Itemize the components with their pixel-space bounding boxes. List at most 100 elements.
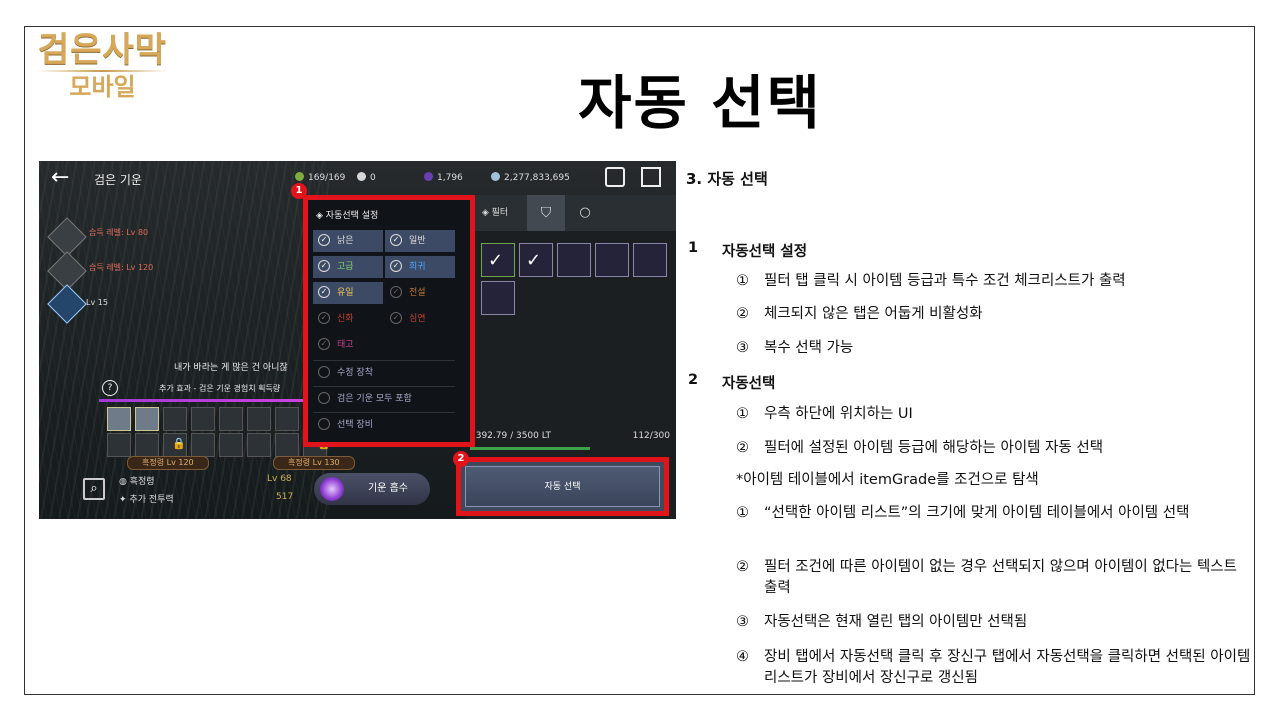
bullet: ② <box>736 306 749 322</box>
check-icon: ✓ <box>390 260 402 272</box>
option-include-all[interactable]: 검은 기운 모두 포함 <box>313 388 453 410</box>
note-text: *아이템 테이블에서 itemGrade를 조건으로 탐색 <box>736 472 1039 488</box>
item-cell[interactable]: ✓ <box>519 243 553 277</box>
check-icon: ✓ <box>318 338 330 350</box>
note-text: 장비 탭에서 자동선택 클릭 후 장신구 탭에서 자동선택을 클릭하면 선택된 … <box>764 649 1251 686</box>
bullet: ② <box>736 440 749 456</box>
check-icon <box>318 392 330 404</box>
check-icon: ✓ <box>526 250 542 271</box>
absorb-button[interactable]: 기운 흡수 <box>314 473 430 505</box>
help-icon[interactable]: ? <box>102 380 118 396</box>
weight-bar <box>470 447 590 450</box>
slot-empty[interactable] <box>247 433 271 457</box>
slot-empty[interactable] <box>191 433 215 457</box>
check-icon: ✓ <box>390 312 402 324</box>
spirit-icon: ◍ <box>119 477 127 487</box>
tab-equipment[interactable]: ⛉ <box>527 195 565 231</box>
grade-option[interactable]: ✓ 전설 <box>385 282 455 304</box>
slot-empty[interactable] <box>163 407 187 431</box>
slot-empty[interactable] <box>107 433 131 457</box>
option-socketed[interactable]: 수정 장착 <box>313 362 453 384</box>
bullet: ③ <box>736 340 749 356</box>
lock-icon: 🔒 <box>172 437 186 450</box>
stat-row-spirit: ◍ 흑정령 Lv 68 <box>119 474 292 487</box>
game-top-bar: ← 검은 기운 169/169 0 1,796 2,277,833,695 <box>39 161 676 195</box>
bullet: ③ <box>736 614 749 630</box>
auto-select-highlight: 자동 선택 <box>456 457 669 516</box>
bullet: ② <box>736 559 749 575</box>
silver-counter: 2,277,833,695 <box>491 172 570 183</box>
section-number: 2 <box>688 372 699 388</box>
slot-empty[interactable] <box>247 407 271 431</box>
note-text: 필터 조건에 따른 아이템이 없는 경우 선택되지 않으며 아이템이 없다는 텍… <box>764 559 1237 596</box>
section-title: 자동선택 <box>722 376 776 392</box>
check-icon: ✓ <box>318 234 330 246</box>
slot-empty[interactable] <box>219 407 243 431</box>
back-arrow-icon[interactable]: ← <box>51 165 69 190</box>
item-cell[interactable] <box>557 243 591 277</box>
skill-1-label: 습득 레벨: Lv 80 <box>89 228 149 237</box>
slot-empty[interactable] <box>219 433 243 457</box>
grade-option[interactable]: ✓ 고급 <box>313 256 383 278</box>
skill-2-label: 습득 레벨: Lv 120 <box>89 263 154 272</box>
callout-badge-1: 1 <box>291 183 307 199</box>
bullet: ① <box>736 406 749 422</box>
grade-option[interactable]: ✓ 낡은 <box>313 230 383 252</box>
page-title: 자동 선택 <box>578 69 822 137</box>
check-icon: ✓ <box>390 234 402 246</box>
ring-icon: ○ <box>579 205 591 220</box>
tab-accessory[interactable]: ○ <box>567 195 603 231</box>
pearl-icon <box>357 172 366 181</box>
check-icon: ✓ <box>318 286 330 298</box>
check-icon: ✓ <box>318 312 330 324</box>
divider <box>313 412 455 413</box>
note-text: 우측 하단에 위치하는 UI <box>764 406 913 422</box>
note-text: 필터 탭 클릭 시 아이템 등급과 특수 조건 체크리스트가 출력 <box>764 273 1126 289</box>
auto-select-button[interactable]: 자동 선택 <box>465 466 660 507</box>
grade-option[interactable]: ✓ 신화 <box>313 308 383 330</box>
power-icon: ✦ <box>119 495 127 505</box>
grade-option[interactable]: ✓ 일반 <box>385 230 455 252</box>
grade-option[interactable]: ✓ 희귀 <box>385 256 455 278</box>
energy-icon <box>295 172 304 181</box>
grade-option[interactable]: ✓ 유일 <box>313 282 383 304</box>
item-cell[interactable] <box>633 243 667 277</box>
exit-icon[interactable] <box>641 167 661 187</box>
level-tag-130: 흑정령 Lv 130 <box>273 456 355 470</box>
dark-orb-icon <box>320 477 344 501</box>
note-text: 필터에 설정된 아이템 등급에 해당하는 아이템 자동 선택 <box>764 440 1104 456</box>
bullet: ① <box>736 505 749 521</box>
note-text: “선택한 아이템 리스트”의 크기에 맞게 아이템 테이블에서 아이템 선택 <box>764 505 1190 521</box>
weight-capacity: 1392.79 / 3500 LT 112/300 <box>470 431 670 441</box>
note-text: 자동선택은 현재 열린 탭의 아이템만 선택됨 <box>764 614 1028 630</box>
slot-filled-1[interactable] <box>107 407 131 431</box>
slot-empty[interactable] <box>275 407 299 431</box>
screenshot-icon[interactable] <box>605 167 625 187</box>
option-selected-gear[interactable]: 선택 장비 <box>313 414 453 436</box>
item-cell[interactable] <box>481 281 515 315</box>
item-cell[interactable]: ✓ <box>481 243 515 277</box>
game-screenshot: ← 검은 기운 169/169 0 1,796 2,277,833,695 습득… <box>39 161 676 519</box>
divider <box>313 360 455 361</box>
slot-empty[interactable] <box>191 407 215 431</box>
slot-filled-2[interactable] <box>135 407 159 431</box>
level-tag-120: 흑정령 Lv 120 <box>127 456 209 470</box>
filter-icon: ◈ <box>481 208 492 218</box>
slot-empty[interactable] <box>135 433 159 457</box>
item-cell[interactable] <box>595 243 629 277</box>
check-icon <box>318 418 330 430</box>
silver-icon <box>491 172 500 181</box>
stat-row-power: ✦ 추가 전투력 517 <box>119 492 294 505</box>
energy-counter: 169/169 <box>295 172 345 183</box>
inventory-tabs: ◈ 필터 ⛉ ○ <box>465 195 676 231</box>
popup-header: ◈ 자동선택 설정 <box>316 211 379 221</box>
screen-title: 검은 기운 <box>94 173 142 187</box>
check-icon <box>318 366 330 378</box>
check-icon: ✓ <box>488 250 504 271</box>
grade-option[interactable]: ✓ 심연 <box>385 308 455 330</box>
grade-option[interactable]: ✓ 태고 <box>313 334 383 356</box>
slot-empty[interactable] <box>275 433 299 457</box>
bullet: ① <box>736 273 749 289</box>
bonus-effect-text: 추가 효과 - 검은 기운 경험치 획득량 <box>159 384 281 393</box>
search-icon[interactable]: ⌕ <box>83 478 105 500</box>
